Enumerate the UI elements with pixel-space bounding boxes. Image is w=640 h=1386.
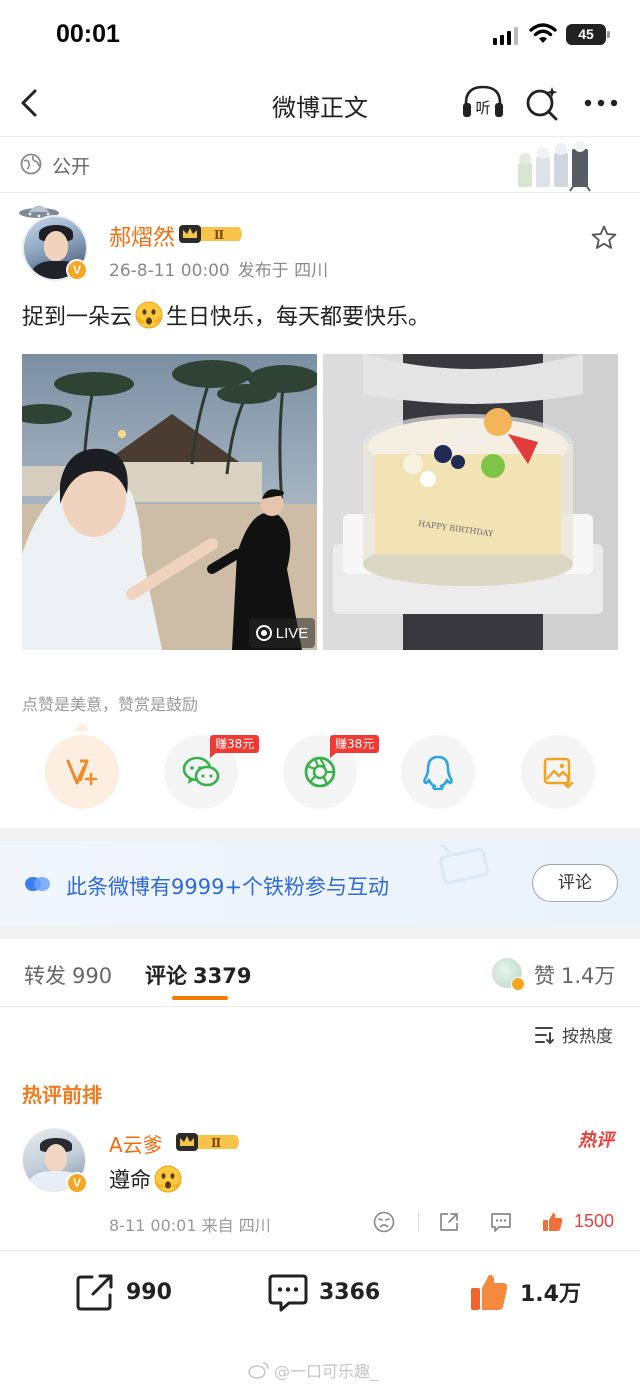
tab-repost[interactable]: 转发 990 (24, 960, 112, 990)
comment-share-icon[interactable] (437, 1210, 461, 1234)
surprised-emoji-icon (154, 1165, 182, 1193)
interaction-tabs: 转发 990 评论 3379 赞 1.4万 (0, 940, 640, 1006)
save-image-icon (543, 757, 574, 789)
visibility-row: 公开 (0, 137, 640, 193)
comment-reply-icon[interactable] (489, 1210, 513, 1234)
tab-like-label: 赞 (534, 964, 555, 988)
listen-headphones-icon[interactable]: 听 (461, 83, 505, 123)
weibo-logo-icon (248, 1362, 269, 1379)
sort-icon (535, 1026, 554, 1044)
share-qq-button[interactable] (401, 735, 475, 809)
post-text-part1: 捉到一朵云 (22, 305, 133, 330)
like-button[interactable]: 1.4万 (468, 1271, 581, 1313)
watermark-text: @一口可乐趣_ (274, 1362, 379, 1381)
status-bar: 00:01 45 (0, 0, 640, 70)
banner-decoration-icon (439, 843, 489, 884)
reward-v-icon (66, 759, 98, 786)
comment-text: 遵命 (109, 1164, 183, 1194)
qq-penguin-icon (423, 755, 453, 790)
vip-level: Ⅱ (214, 228, 224, 242)
repost-icon (76, 1274, 113, 1311)
fans-banner-text[interactable]: 此条微博有9999+个铁粉参与互动 (66, 871, 389, 901)
signal-icon (493, 27, 518, 45)
post-text: 捉到一朵云 生日快乐，每天都要快乐。 (22, 299, 430, 331)
post-photo-cake[interactable]: HAPPY BIRTHDAY (323, 354, 618, 650)
like-thumb-icon (471, 1274, 508, 1310)
tab-comment[interactable]: 评论 3379 (145, 960, 251, 990)
more-icon[interactable] (582, 90, 620, 116)
author-name[interactable]: 郝熠然 (109, 220, 175, 252)
earn-tag-moments: 赚38元 (330, 735, 380, 758)
divider (418, 1212, 419, 1232)
decorative-figures-image (518, 141, 591, 192)
post-date: 26-8-11 00:00 (109, 261, 230, 281)
tab-repost-count: 990 (72, 964, 113, 988)
live-photo-tag[interactable]: LIVE (249, 618, 315, 648)
comment-meta: 8-11 00:01 来自 四川 (109, 1212, 271, 1236)
reward-button[interactable] (45, 735, 119, 809)
active-tab-indicator (172, 996, 228, 1000)
comment-source: 来自 四川 (201, 1216, 271, 1235)
commenter-vip-badge: Ⅱ (176, 1133, 239, 1151)
divider (0, 192, 640, 193)
verified-badge: V (66, 259, 88, 281)
section-separator (0, 925, 640, 939)
sort-label: 按热度 (562, 1027, 613, 1047)
reward-hint: 点赞是美意，赞赏是鼓励 (22, 695, 199, 714)
repost-button[interactable]: 990 (74, 1271, 172, 1313)
wechat-icon (182, 756, 220, 787)
comment-button[interactable]: 3366 (267, 1271, 380, 1313)
hot-comments-title: 热评前排 (22, 1083, 102, 1107)
globe-icon (20, 153, 42, 175)
tab-like-count: 1.4万 (561, 964, 616, 988)
vip-crown-badge: Ⅱ (179, 225, 242, 243)
post-meta: 26-8-11 00:00 发布于 四川 (109, 256, 328, 281)
status-time: 00:01 (56, 20, 120, 48)
tab-repost-label: 转发 (24, 964, 66, 988)
repost-count: 990 (126, 1279, 172, 1305)
reward-pointer (74, 723, 90, 731)
like-count: 1.4万 (520, 1282, 581, 1307)
commenter-name[interactable]: A云爹 (109, 1129, 163, 1158)
bottom-action-bar: 990 3366 1.4万 @一口可乐趣_ (0, 1250, 640, 1386)
divider (0, 1006, 640, 1007)
live-icon (255, 625, 272, 641)
fans-icon (25, 877, 50, 891)
fans-comment-button[interactable]: 评论 (532, 864, 618, 902)
dislike-face-icon[interactable] (372, 1210, 396, 1234)
hot-comment-tag: 热评 (578, 1130, 614, 1151)
live-label: LIVE (275, 624, 309, 642)
liker-verified-badge (511, 977, 525, 991)
comment-count: 3366 (319, 1279, 381, 1305)
watermark: @一口可乐趣_ (248, 1358, 378, 1382)
earn-tag-wechat: 赚38元 (210, 735, 260, 758)
post-photo-beach[interactable] (22, 354, 317, 650)
sort-button[interactable]: 按热度 (534, 1022, 613, 1047)
search-icon[interactable] (523, 84, 561, 122)
moments-shutter-icon (304, 756, 336, 788)
wifi-icon (529, 23, 557, 43)
visibility-label: 公开 (52, 156, 91, 178)
liker-avatar[interactable] (492, 958, 525, 991)
comment-like-count: 1500 (574, 1211, 615, 1231)
shocked-emoji-icon (135, 301, 163, 329)
section-separator (0, 828, 640, 841)
comment-like-thumb-icon[interactable] (541, 1210, 565, 1234)
comment-text-content: 遵命 (109, 1168, 151, 1192)
tab-comment-label: 评论 (145, 964, 187, 988)
post-source: 发布于 四川 (237, 261, 329, 281)
tab-comment-count: 3379 (193, 964, 252, 988)
commenter-vip-level: Ⅱ (211, 1136, 221, 1150)
favorite-star-icon[interactable] (590, 224, 618, 252)
comment-time: 8-11 00:01 (109, 1216, 197, 1235)
comment-bubble-icon (268, 1274, 308, 1312)
nav-bar: 微博正文 听 (0, 70, 640, 136)
battery-icon: 45 (566, 24, 610, 45)
save-image-button[interactable] (521, 735, 595, 809)
tab-like[interactable]: 赞 1.4万 (534, 960, 615, 990)
listen-label: 听 (475, 99, 490, 117)
commenter-verified-badge: V (66, 1172, 88, 1194)
post-text-part2: 生日快乐，每天都要快乐。 (166, 305, 431, 330)
